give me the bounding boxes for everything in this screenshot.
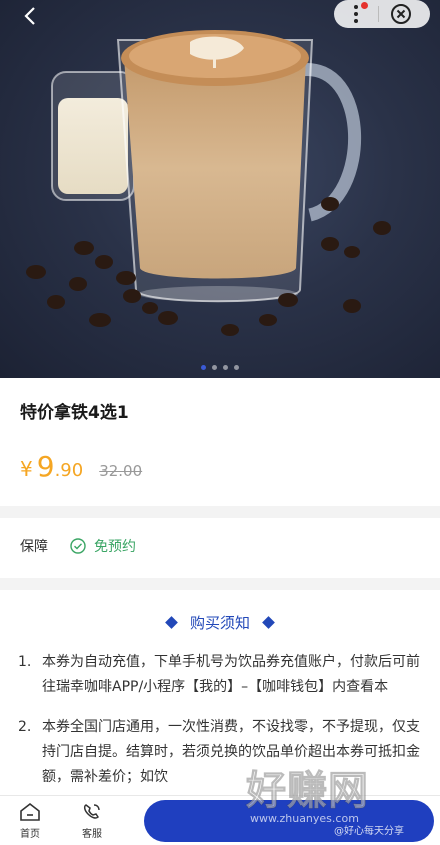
carousel-dot[interactable] <box>234 365 239 370</box>
section-divider <box>0 506 440 518</box>
notification-dot <box>361 2 368 9</box>
price-integer: 9 <box>36 450 55 483</box>
more-button[interactable] <box>334 0 378 28</box>
carousel-dot[interactable] <box>212 365 217 370</box>
capsule-menu <box>334 0 430 28</box>
home-icon <box>20 802 40 821</box>
price-decimal: .90 <box>54 460 84 481</box>
watermark-logo: 好赚网 <box>246 768 369 815</box>
list-item-number: 1. <box>18 654 32 670</box>
section-divider <box>0 578 440 590</box>
purchase-notice-heading: 购买须知 <box>0 612 440 633</box>
list-item-number: 2. <box>18 719 32 735</box>
latte-photo <box>26 30 391 336</box>
close-circle-icon <box>391 4 411 24</box>
chevron-left-icon <box>24 7 35 25</box>
notice-heading-text: 购买须知 <box>189 614 250 632</box>
guarantee-row: 保障 免预约 <box>20 536 136 556</box>
more-dots-icon <box>354 5 358 23</box>
carousel-indicator <box>0 365 440 370</box>
list-item-text: 本券全国门店通用，一次性消费，不设找零，不予提现，仅支持门店自提。结算时，若须兑… <box>42 719 420 785</box>
price-row: ¥ 9 .90 32.00 <box>20 450 142 483</box>
currency-symbol: ¥ <box>20 457 33 481</box>
product-image[interactable] <box>0 0 440 378</box>
carousel-dot[interactable] <box>201 365 206 370</box>
tab-home-label: 首页 <box>20 829 40 840</box>
check-circle-icon <box>70 538 86 554</box>
tab-customer-service-label: 客服 <box>82 829 102 840</box>
guarantee-label: 保障 <box>20 539 48 555</box>
close-button[interactable] <box>379 0 423 28</box>
list-item: 1. 本券为自动充值，下单手机号为饮品券充值账户，付款后可前往瑞幸咖啡APP/小… <box>18 650 428 700</box>
carousel-dot[interactable] <box>223 365 228 370</box>
bottom-action-bar: 首页 客服 <box>0 795 440 845</box>
diamond-icon <box>165 616 178 629</box>
original-price: 32.00 <box>99 462 143 480</box>
diamond-icon <box>262 616 275 629</box>
watermark-user: @好心每天分享 <box>334 826 404 837</box>
list-item-text: 本券为自动充值，下单手机号为饮品券充值账户，付款后可前往瑞幸咖啡APP/小程序【… <box>42 654 420 695</box>
guarantee-value: 免预约 <box>94 539 136 555</box>
tab-customer-service[interactable]: 客服 <box>72 802 112 840</box>
product-title: 特价拿铁4选1 <box>20 403 129 423</box>
tab-home[interactable]: 首页 <box>10 802 50 840</box>
customer-service-icon <box>83 804 100 819</box>
back-button[interactable] <box>14 2 46 30</box>
